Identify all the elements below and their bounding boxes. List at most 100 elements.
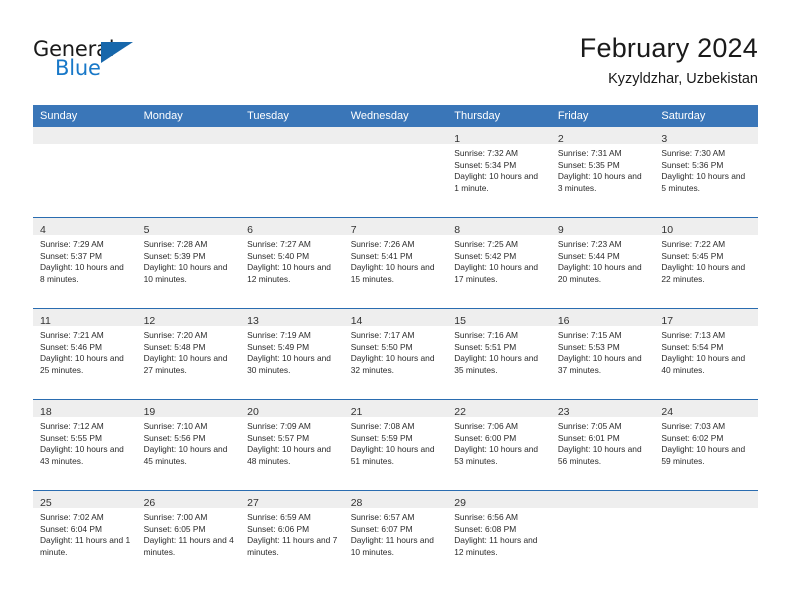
- day-sun-info: Sunrise: 7:09 AM Sunset: 5:57 PM Daylight:…: [240, 417, 344, 467]
- sunrise-text: Sunrise: 7:12 AM: [40, 421, 104, 431]
- sunset-text: Sunset: 6:01 PM: [557, 432, 620, 443]
- day-number: 29: [454, 497, 466, 509]
- day-cell-inner: [33, 127, 137, 217]
- calendar-day-cell-empty: [343, 127, 448, 218]
- day-cell-inner: 20 Sunrise: 7:09 AM Sunset: 5:57 PM Dayligh…: [240, 400, 344, 490]
- calendar-day-cell[interactable]: 25 Sunrise: 7:02 AM Sunset: 6:04 PM Dayligh…: [33, 491, 137, 582]
- day-number-band: 15: [447, 309, 551, 327]
- calendar-day-cell[interactable]: 21 Sunrise: 7:08 AM Sunset: 5:59 PM Dayligh…: [343, 399, 448, 491]
- calendar-day-cell[interactable]: 28 Sunrise: 6:57 AM Sunset: 6:07 PM Dayligh…: [343, 491, 448, 582]
- daylight-text: Daylight: 10 hours and 17 minutes.: [454, 262, 539, 284]
- sunset-text: Sunset: 5:39 PM: [143, 250, 206, 261]
- day-cell-inner: [550, 491, 655, 581]
- day-sun-info: Sunrise: 7:28 AM Sunset: 5:39 PM Daylight:…: [137, 235, 241, 285]
- daylight-text: Daylight: 10 hours and 37 minutes.: [557, 353, 642, 375]
- calendar-table: Sunday Monday Tuesday Wednesday Thursday…: [33, 105, 758, 581]
- calendar-day-cell[interactable]: 17 Sunrise: 7:13 AM Sunset: 5:54 PM Dayligh…: [654, 308, 758, 400]
- sunset-text: Sunset: 6:04 PM: [40, 523, 102, 534]
- calendar-day-cell[interactable]: 9 Sunrise: 7:23 AM Sunset: 5:44 PM Daylight…: [550, 217, 655, 309]
- day-number-band: [33, 127, 137, 144]
- day-number-band: 12: [136, 309, 241, 327]
- sunrise-text: Sunrise: 6:57 AM: [350, 512, 415, 522]
- sunset-text: Sunset: 6:07 PM: [350, 523, 413, 534]
- calendar-day-cell[interactable]: 5 Sunrise: 7:28 AM Sunset: 5:39 PM Daylight…: [136, 217, 241, 309]
- brand-name-blue: Blue: [55, 56, 101, 80]
- daylight-text: Daylight: 10 hours and 35 minutes.: [454, 353, 539, 375]
- sunset-text: Sunset: 5:53 PM: [557, 341, 620, 352]
- page-subtitle: Kyzyldzhar, Uzbekistan: [608, 71, 758, 87]
- calendar-day-cell[interactable]: 3 Sunrise: 7:30 AM Sunset: 5:36 PM Daylight…: [654, 127, 758, 218]
- calendar-day-cell[interactable]: 18 Sunrise: 7:12 AM Sunset: 5:55 PM Dayligh…: [33, 399, 137, 491]
- calendar-day-cell[interactable]: 15 Sunrise: 7:16 AM Sunset: 5:51 PM Dayligh…: [447, 308, 551, 400]
- calendar-day-cell[interactable]: 29 Sunrise: 6:56 AM Sunset: 6:08 PM Dayligh…: [447, 491, 551, 582]
- calendar-day-cell[interactable]: 14 Sunrise: 7:17 AM Sunset: 5:50 PM Dayligh…: [343, 308, 448, 400]
- day-sun-info: Sunrise: 7:00 AM Sunset: 6:05 PM Daylight:…: [137, 508, 241, 558]
- day-sun-info: Sunrise: 7:05 AM Sunset: 6:01 PM Daylight:…: [551, 417, 655, 467]
- day-sun-info: Sunrise: 7:12 AM Sunset: 5:55 PM Daylight:…: [33, 417, 137, 467]
- day-number: 24: [661, 406, 674, 418]
- calendar-day-cell[interactable]: 1 Sunrise: 7:32 AM Sunset: 5:34 PM Daylight…: [447, 127, 551, 218]
- sunrise-text: Sunrise: 7:05 AM: [557, 421, 622, 431]
- calendar-day-cell[interactable]: 13 Sunrise: 7:19 AM Sunset: 5:49 PM Dayligh…: [240, 308, 344, 400]
- calendar-day-cell[interactable]: 6 Sunrise: 7:27 AM Sunset: 5:40 PM Daylight…: [240, 217, 344, 309]
- sunset-text: Sunset: 5:41 PM: [350, 250, 413, 261]
- sunset-text: Sunset: 5:34 PM: [454, 159, 517, 170]
- daylight-text: Daylight: 11 hours and 4 minutes.: [143, 535, 234, 557]
- daylight-text: Daylight: 10 hours and 8 minutes.: [40, 262, 124, 284]
- day-cell-inner: 26 Sunrise: 7:00 AM Sunset: 6:05 PM Dayligh…: [136, 491, 241, 581]
- day-number-band: [240, 127, 344, 144]
- day-cell-inner: 27 Sunrise: 6:59 AM Sunset: 6:06 PM Dayligh…: [240, 491, 344, 581]
- calendar-day-cell[interactable]: 12 Sunrise: 7:20 AM Sunset: 5:48 PM Dayligh…: [136, 308, 241, 400]
- calendar-day-cell[interactable]: 4 Sunrise: 7:29 AM Sunset: 5:37 PM Daylight…: [33, 217, 137, 309]
- calendar-day-cell[interactable]: 26 Sunrise: 7:00 AM Sunset: 6:05 PM Dayligh…: [136, 491, 241, 582]
- calendar-day-cell[interactable]: 22 Sunrise: 7:06 AM Sunset: 6:00 PM Dayligh…: [447, 399, 551, 491]
- calendar-day-cell[interactable]: 27 Sunrise: 6:59 AM Sunset: 6:06 PM Dayligh…: [240, 491, 344, 582]
- calendar-day-cell-empty: [33, 127, 137, 218]
- day-sun-info: Sunrise: 7:06 AM Sunset: 6:00 PM Daylight:…: [447, 417, 551, 467]
- sunrise-text: Sunrise: 7:03 AM: [661, 421, 726, 431]
- calendar-day-cell[interactable]: 23 Sunrise: 7:05 AM Sunset: 6:01 PM Dayligh…: [550, 399, 655, 491]
- day-cell-inner: 14 Sunrise: 7:17 AM Sunset: 5:50 PM Dayligh…: [343, 309, 448, 399]
- calendar-day-cell-empty: [136, 127, 241, 218]
- sunrise-text: Sunrise: 7:22 AM: [661, 239, 726, 249]
- day-number: 15: [454, 315, 466, 327]
- day-cell-inner: 18 Sunrise: 7:12 AM Sunset: 5:55 PM Dayligh…: [33, 400, 137, 490]
- calendar-day-cell[interactable]: 2 Sunrise: 7:31 AM Sunset: 5:35 PM Daylight…: [550, 127, 655, 218]
- calendar-day-cell[interactable]: 11 Sunrise: 7:21 AM Sunset: 5:46 PM Dayligh…: [33, 308, 137, 400]
- sunset-text: Sunset: 5:55 PM: [40, 432, 102, 443]
- title-block: February 2024 Kyzyldzhar, Uzbekistan: [580, 32, 758, 89]
- day-sun-info: Sunrise: 7:26 AM Sunset: 5:41 PM Daylight:…: [344, 235, 448, 285]
- day-number: 8: [454, 224, 461, 236]
- calendar-day-cell[interactable]: 20 Sunrise: 7:09 AM Sunset: 5:57 PM Dayligh…: [240, 399, 344, 491]
- sunset-text: Sunset: 5:35 PM: [557, 159, 620, 170]
- day-sun-info: Sunrise: 7:08 AM Sunset: 5:59 PM Daylight:…: [344, 417, 448, 467]
- calendar-day-cell[interactable]: 19 Sunrise: 7:10 AM Sunset: 5:56 PM Dayligh…: [136, 399, 241, 491]
- weekday-header-sunday: Sunday: [33, 105, 137, 127]
- day-cell-inner: [654, 491, 758, 581]
- calendar-day-cell[interactable]: 7 Sunrise: 7:26 AM Sunset: 5:41 PM Daylight…: [343, 217, 448, 309]
- sunset-text: Sunset: 6:05 PM: [143, 523, 206, 534]
- sunrise-text: Sunrise: 6:56 AM: [454, 512, 519, 522]
- sunrise-text: Sunrise: 7:31 AM: [557, 148, 622, 158]
- day-cell-inner: 15 Sunrise: 7:16 AM Sunset: 5:51 PM Dayligh…: [447, 309, 551, 399]
- calendar-day-cell[interactable]: 24 Sunrise: 7:03 AM Sunset: 6:02 PM Dayligh…: [654, 399, 758, 491]
- day-number-band: 4: [33, 218, 137, 236]
- day-number-band: 5: [136, 218, 241, 236]
- daylight-text: Daylight: 10 hours and 10 minutes.: [143, 262, 228, 284]
- day-number: 13: [247, 315, 259, 327]
- day-sun-info: Sunrise: 7:25 AM Sunset: 5:42 PM Daylight:…: [447, 235, 551, 285]
- daylight-text: Daylight: 10 hours and 43 minutes.: [40, 444, 124, 466]
- daylight-text: Daylight: 10 hours and 56 minutes.: [557, 444, 642, 466]
- sunset-text: Sunset: 5:45 PM: [661, 250, 724, 261]
- calendar-day-cell[interactable]: 10 Sunrise: 7:22 AM Sunset: 5:45 PM Dayligh…: [654, 217, 758, 309]
- sunrise-text: Sunrise: 7:15 AM: [557, 330, 622, 340]
- calendar-day-cell[interactable]: 16 Sunrise: 7:15 AM Sunset: 5:53 PM Dayligh…: [550, 308, 655, 400]
- calendar-week-row: 25 Sunrise: 7:02 AM Sunset: 6:04 PM Dayligh…: [33, 491, 758, 582]
- sunrise-text: Sunrise: 7:32 AM: [454, 148, 519, 158]
- day-number: 26: [143, 497, 156, 509]
- brand-logo[interactable]: General Blue: [33, 38, 223, 86]
- calendar-day-cell[interactable]: 8 Sunrise: 7:25 AM Sunset: 5:42 PM Daylight…: [447, 217, 551, 309]
- calendar-week-row: 11 Sunrise: 7:21 AM Sunset: 5:46 PM Dayligh…: [33, 308, 758, 400]
- day-number-band: 29: [447, 491, 551, 509]
- day-number-band: [343, 127, 448, 144]
